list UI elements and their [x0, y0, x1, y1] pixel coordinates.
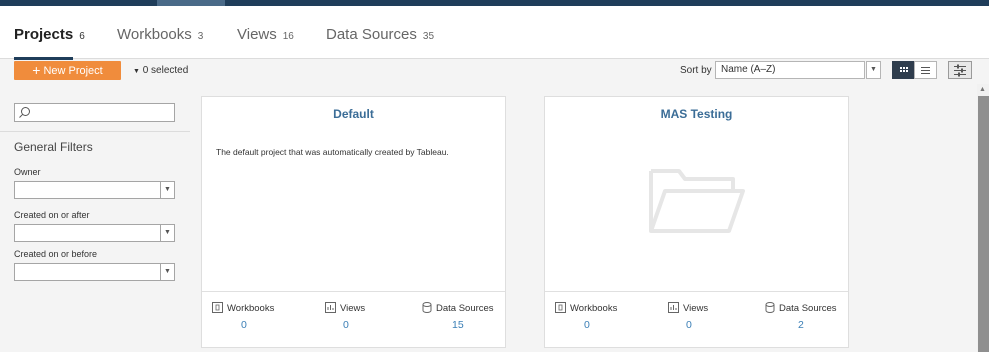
- filter-sidebar: General Filters Owner ▼ Created on or af…: [0, 88, 190, 352]
- workbooks-label: Workbooks: [227, 303, 275, 314]
- sort-by-label: Sort by: [680, 65, 712, 76]
- created-before-filter-select[interactable]: [14, 263, 161, 281]
- tab-data-sources-label: Data Sources: [326, 26, 417, 43]
- content-tabs-header: Projects 6 Workbooks 3 Views 16 Data Source…: [0, 6, 989, 60]
- project-card-description: The default project that was automatical…: [216, 147, 449, 157]
- list-view-button[interactable]: [914, 61, 937, 79]
- project-card-stats: Workbooks 0 Views 0 Data Sources 15: [202, 291, 505, 348]
- sort-dropdown-arrow[interactable]: ▼: [866, 61, 881, 79]
- datasources-label: Data Sources: [436, 303, 494, 314]
- filter-panel-toggle-button[interactable]: [948, 61, 972, 79]
- owner-filter-select[interactable]: [14, 181, 161, 199]
- created-before-filter-label: Created on or before: [14, 249, 98, 259]
- chevron-down-icon: ▼: [870, 66, 877, 73]
- new-project-button[interactable]: + New Project: [14, 61, 121, 80]
- datasources-stat-label: Data Sources: [765, 302, 837, 314]
- chevron-down-icon: ▼: [164, 229, 171, 236]
- tab-projects[interactable]: Projects 6: [14, 26, 85, 43]
- created-after-filter-select[interactable]: [14, 224, 161, 242]
- workbook-icon: [555, 302, 566, 313]
- folder-icon: [649, 169, 745, 233]
- tab-data-sources-count: 35: [422, 31, 435, 42]
- views-count[interactable]: 0: [686, 319, 692, 331]
- created-before-filter-arrow[interactable]: ▼: [160, 263, 175, 281]
- caret-down-icon: ▼: [133, 68, 140, 75]
- views-label: Views: [340, 303, 366, 314]
- search-icon: [19, 107, 30, 118]
- created-after-filter-arrow[interactable]: ▼: [160, 224, 175, 242]
- datasource-icon: [765, 302, 775, 313]
- created-after-filter-label: Created on or after: [14, 210, 90, 220]
- owner-filter-label: Owner: [14, 167, 41, 177]
- workbook-icon: [212, 302, 223, 313]
- view-icon: [668, 302, 679, 313]
- sidebar-divider: [0, 131, 190, 132]
- grid-icon: [900, 67, 908, 72]
- datasources-stat-label: Data Sources: [422, 302, 494, 314]
- datasources-count[interactable]: 15: [452, 319, 464, 331]
- plus-icon: +: [32, 62, 41, 78]
- project-card-mas-testing[interactable]: MAS Testing Workbooks 0 Views 0 Data Sou…: [544, 96, 849, 348]
- search-input[interactable]: [14, 103, 175, 122]
- datasource-icon: [422, 302, 432, 313]
- tab-projects-label: Projects: [14, 26, 74, 43]
- view-icon: [325, 302, 336, 313]
- sort-select[interactable]: Name (A–Z): [715, 61, 865, 79]
- selected-count-label: 0 selected: [142, 65, 189, 76]
- tab-views[interactable]: Views 16: [237, 26, 294, 43]
- views-label: Views: [683, 303, 709, 314]
- chevron-down-icon: ▼: [164, 268, 171, 275]
- workbooks-count[interactable]: 0: [584, 319, 590, 331]
- selection-dropdown[interactable]: ▼ 0 selected: [133, 65, 188, 76]
- workbooks-count[interactable]: 0: [241, 319, 247, 331]
- owner-filter-arrow[interactable]: ▼: [160, 181, 175, 199]
- tab-workbooks-label: Workbooks: [117, 26, 192, 43]
- tab-workbooks-count: 3: [197, 31, 204, 42]
- general-filters-title: General Filters: [14, 140, 93, 154]
- tab-views-count: 16: [282, 31, 294, 42]
- views-count[interactable]: 0: [343, 319, 349, 331]
- project-card-title[interactable]: Default: [202, 107, 505, 121]
- grid-view-button[interactable]: [892, 61, 915, 79]
- tab-data-sources[interactable]: Data Sources 35: [326, 26, 434, 43]
- workbooks-stat-label: Workbooks: [555, 302, 617, 314]
- tab-projects-count: 6: [79, 31, 85, 42]
- tab-workbooks[interactable]: Workbooks 3: [117, 26, 203, 43]
- views-stat-label: Views: [668, 302, 708, 314]
- new-project-label: New Project: [43, 65, 103, 77]
- project-card-default[interactable]: Default The default project that was aut…: [201, 96, 506, 348]
- workbooks-label: Workbooks: [570, 303, 618, 314]
- list-icon: [921, 67, 930, 74]
- scroll-up-arrow-icon[interactable]: ▲: [979, 86, 986, 93]
- chevron-down-icon: ▼: [164, 186, 171, 193]
- datasources-label: Data Sources: [779, 303, 837, 314]
- views-stat-label: Views: [325, 302, 365, 314]
- datasources-count[interactable]: 2: [798, 319, 804, 331]
- sliders-icon: [954, 64, 966, 77]
- workbooks-stat-label: Workbooks: [212, 302, 274, 314]
- toolbar: + New Project ▼ 0 selected Sort by Name (…: [0, 60, 989, 82]
- project-card-title[interactable]: MAS Testing: [545, 107, 848, 121]
- scrollbar-thumb[interactable]: [978, 96, 989, 352]
- project-card-stats: Workbooks 0 Views 0 Data Sources 2: [545, 291, 848, 348]
- tab-views-label: Views: [237, 26, 277, 43]
